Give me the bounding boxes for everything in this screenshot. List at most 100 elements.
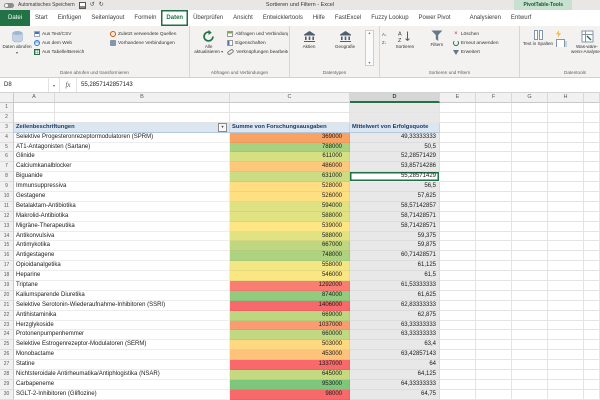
row-header-25[interactable]: 25 (0, 340, 14, 351)
edit-links-button[interactable]: Verknüpfungen bearbeiten (227, 48, 288, 56)
cell[interactable] (440, 350, 476, 361)
cell[interactable] (476, 201, 512, 212)
cell[interactable] (548, 379, 584, 390)
cell[interactable] (512, 162, 548, 173)
save-icon[interactable] (78, 1, 86, 9)
fx-icon[interactable]: fx (60, 78, 77, 92)
cell[interactable] (440, 261, 476, 272)
column-header-c[interactable]: C (230, 93, 350, 103)
cell[interactable] (548, 103, 584, 113)
cell[interactable] (548, 201, 584, 212)
pivot-header-sum[interactable]: Summe von Forschungsausgaben (230, 122, 350, 133)
success-rate-cell[interactable]: 63,4 (350, 340, 440, 351)
research-sum-cell[interactable]: 1406000 (230, 300, 350, 311)
cell[interactable] (440, 122, 476, 133)
cell[interactable] (440, 231, 476, 242)
row-header-19[interactable]: 19 (0, 281, 14, 291)
cell[interactable] (476, 132, 512, 143)
pivot-row-label[interactable]: Selektive Estrogenrezeptor-Modulatoren (… (14, 340, 230, 351)
pivot-row-label[interactable]: Makrolid-Antibiotika (14, 211, 230, 222)
existing-connections-button[interactable]: Vorhandene Verbindungen (110, 39, 188, 47)
column-header-a[interactable]: A (14, 93, 55, 103)
pivot-row-label[interactable]: Statine (14, 360, 230, 371)
gallery-down-icon[interactable]: ▼ (368, 61, 371, 65)
pivot-row-label[interactable]: Carbapeneme (14, 379, 230, 390)
success-rate-cell[interactable]: 59,875 (350, 241, 440, 252)
tab-fastexcel[interactable]: FastExcel (330, 10, 366, 26)
research-sum-cell[interactable]: 1292000 (230, 281, 350, 291)
success-rate-cell[interactable]: 61,625 (350, 290, 440, 301)
cell[interactable] (548, 340, 584, 351)
success-rate-cell[interactable]: 63,33333333 (350, 320, 440, 331)
cell[interactable] (440, 132, 476, 143)
tab-start[interactable]: Start (30, 10, 53, 26)
sort-ascending-button[interactable]: A↓ (382, 31, 387, 38)
cell[interactable] (440, 201, 476, 212)
research-sum-cell[interactable]: 667000 (230, 241, 350, 252)
cell[interactable] (476, 281, 512, 291)
cell[interactable] (476, 251, 512, 262)
cell[interactable] (440, 290, 476, 301)
research-sum-cell[interactable]: 748000 (230, 251, 350, 262)
tab-formeln[interactable]: Formeln (129, 10, 161, 26)
cell-d2[interactable] (350, 112, 440, 123)
success-rate-cell[interactable]: 58,57142857 (350, 201, 440, 212)
pivot-row-label[interactable]: Kaliumsparende Diuretika (14, 290, 230, 301)
cell[interactable] (440, 370, 476, 380)
cell-a2[interactable] (14, 112, 55, 123)
cell[interactable] (548, 389, 584, 400)
cell[interactable] (512, 290, 548, 301)
row-header-3[interactable]: 3 (0, 122, 14, 133)
undo-icon[interactable]: ↺ (90, 0, 95, 10)
research-sum-cell[interactable]: 546000 (230, 271, 350, 282)
cell[interactable] (440, 211, 476, 222)
pivot-row-label[interactable]: Calciumkanalblocker (14, 162, 230, 173)
cell[interactable] (476, 103, 512, 113)
pivot-row-label[interactable]: Opioidanalgetika (14, 261, 230, 272)
cell[interactable] (440, 112, 476, 123)
cell[interactable] (548, 172, 584, 183)
flash-fill-button[interactable] (556, 30, 568, 38)
cell[interactable] (512, 132, 548, 143)
cell[interactable] (548, 300, 584, 311)
cell[interactable] (512, 103, 548, 113)
cell[interactable] (476, 370, 512, 380)
cell[interactable] (440, 310, 476, 321)
row-header-9[interactable]: 9 (0, 182, 14, 193)
cell[interactable] (548, 122, 584, 133)
cell[interactable] (512, 192, 548, 202)
research-sum-cell[interactable]: 953000 (230, 379, 350, 390)
row-header-1[interactable]: 1 (0, 103, 14, 113)
cell[interactable] (476, 360, 512, 371)
cell[interactable] (548, 281, 584, 291)
pivot-row-label[interactable]: Biguanide (14, 172, 230, 183)
cell[interactable] (512, 330, 548, 341)
cell[interactable] (512, 310, 548, 321)
row-header-15[interactable]: 15 (0, 241, 14, 252)
cell[interactable] (512, 379, 548, 390)
cell[interactable] (440, 360, 476, 371)
from-table-range-button[interactable]: Aus Tabelle/Bereich (34, 48, 108, 56)
row-header-27[interactable]: 27 (0, 360, 14, 371)
cell[interactable] (476, 192, 512, 202)
geography-button[interactable]: Geografie (328, 28, 362, 49)
pivot-row-label[interactable]: Selektive Serotonin-Wiederaufnahme-Inhib… (14, 300, 230, 311)
cell[interactable] (512, 201, 548, 212)
column-header-e[interactable]: E (440, 93, 476, 103)
cell[interactable] (476, 261, 512, 272)
cell[interactable] (548, 360, 584, 371)
row-header-16[interactable]: 16 (0, 251, 14, 262)
row-header-20[interactable]: 20 (0, 290, 14, 301)
cell[interactable] (548, 142, 584, 153)
cell[interactable] (476, 300, 512, 311)
success-rate-cell[interactable]: 61,53333333 (350, 281, 440, 291)
filter-button[interactable]: Filtern (423, 28, 451, 47)
cell[interactable] (476, 152, 512, 163)
cell[interactable] (512, 370, 548, 380)
cell[interactable] (476, 320, 512, 331)
from-text-csv-button[interactable]: Aus Text/CSV (34, 30, 108, 38)
row-header-28[interactable]: 28 (0, 370, 14, 380)
tab-datei[interactable]: Datei (0, 10, 31, 26)
row-header-22[interactable]: 22 (0, 310, 14, 321)
success-rate-cell[interactable]: 64,33333333 (350, 379, 440, 390)
